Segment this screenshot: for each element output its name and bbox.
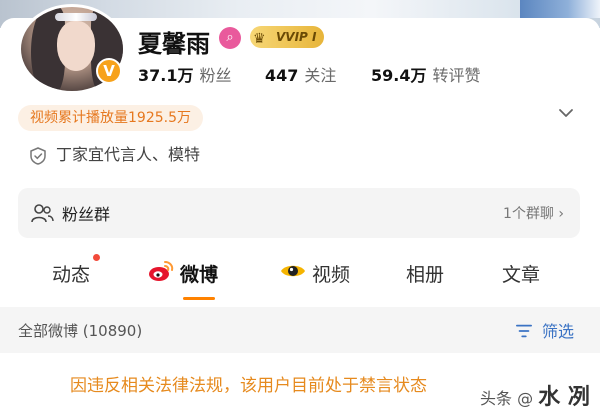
tab-articles[interactable]: 文章 [502,260,540,290]
source-watermark: 头条 @ 水 冽 [476,378,594,411]
endorsement-text: 丁家宜代言人、模特 [56,145,201,164]
stat-following[interactable]: 447 关注 [265,62,336,86]
tab-video[interactable]: 视频 [280,260,350,290]
vip-label: VVIP I [276,30,317,44]
stat-label: 关注 [304,66,337,85]
unread-dot [93,254,100,261]
filter-button[interactable]: 筛选 [515,318,574,342]
member-search-icon[interactable]: ⌕ [219,27,241,49]
verified-badge-icon: V [96,58,122,84]
crown-icon: ♛ [253,31,266,47]
watermark-prefix: 头条 [480,389,513,408]
active-tab-indicator [183,297,215,300]
all-posts-count[interactable]: 全部微博 (10890) [18,320,142,341]
stat-label: 转评赞 [432,66,481,85]
feed-filter-bar: 全部微博 (10890) 筛选 [0,307,600,353]
shield-icon [28,146,48,166]
group-users-icon [30,202,54,224]
vip-badge[interactable]: ♛ VVIP I [250,26,325,48]
tab-label: 视频 [312,264,351,286]
group-chat-count: 1个群聊 › [503,206,564,222]
tab-label: 动态 [52,264,91,286]
fans-group-label: 粉丝群 [62,205,111,224]
avatar-face [57,21,95,71]
endorsement-row: 丁家宜代言人、模特 [28,144,200,166]
stat-number: 59.4万 [371,66,427,85]
stat-number: 37.1万 [138,66,194,85]
profile-tabs: 动态 微博 视频 相册 文章 [0,250,600,300]
fans-group-row[interactable]: 粉丝群 1个群聊 › [18,188,580,238]
tab-label: 文章 [502,264,541,286]
stat-label: 粉丝 [199,66,232,85]
stat-number: 447 [265,66,299,85]
cover-photo [520,0,600,18]
profile-name: 夏馨雨 [138,30,210,58]
tab-feed[interactable]: 动态 [52,260,90,290]
avatar-headpiece [55,13,97,21]
watermark-text: 水 冽 [538,385,590,410]
video-eye-icon [280,260,306,291]
tab-album[interactable]: 相册 [406,260,444,290]
tab-label: 微博 [180,264,219,286]
chevron-down-icon[interactable] [556,103,576,123]
watermark-at: @ [517,389,534,408]
weibo-logo-icon [148,260,174,291]
stat-reposts-likes[interactable]: 59.4万 转评赞 [371,62,481,86]
stat-followers[interactable]: 37.1万 粉丝 [138,62,232,86]
filter-icon [515,322,542,341]
video-views-pill[interactable]: 视频累计播放量1925.5万 [18,105,203,131]
tab-weibo[interactable]: 微博 [148,260,218,290]
filter-label: 筛选 [541,322,574,341]
ban-notice-text: 因违反相关法律法规，该用户目前处于禁言状态 [70,376,427,396]
tab-label: 相册 [406,264,445,286]
